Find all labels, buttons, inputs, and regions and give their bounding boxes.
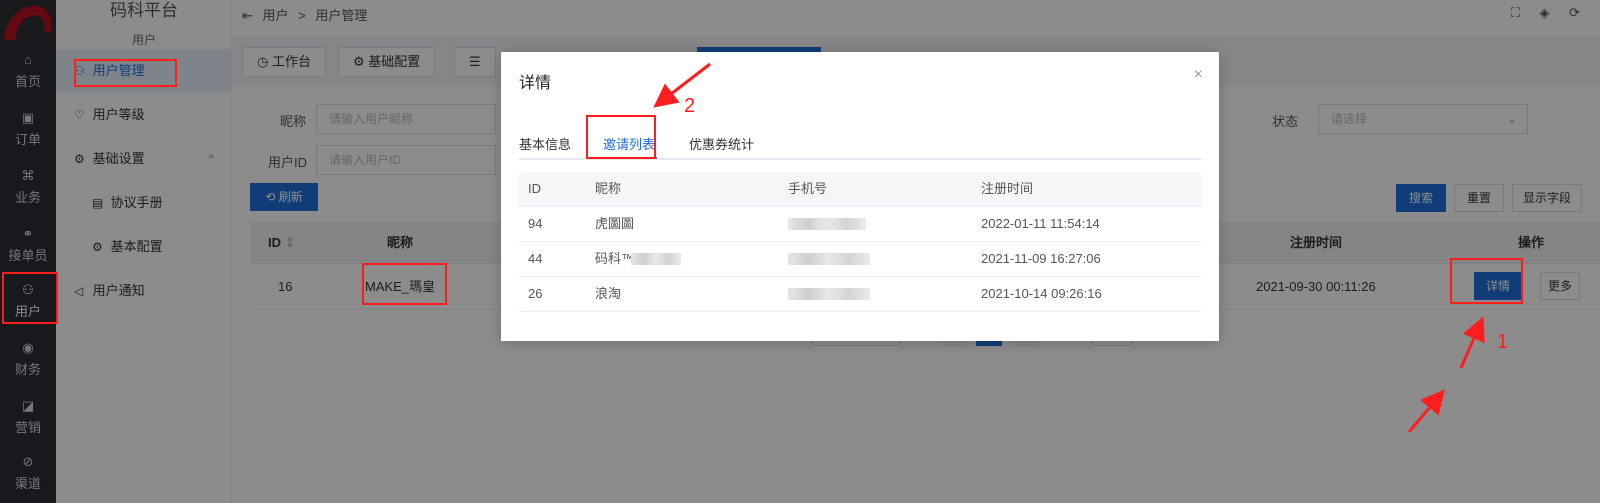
annotation-arrows <box>653 62 1485 433</box>
annotation-label-2: 2 <box>684 95 696 117</box>
arrow-1a <box>1459 316 1485 369</box>
annotation-label-1: 1 <box>1497 331 1509 353</box>
arrow-1b <box>1407 389 1445 433</box>
